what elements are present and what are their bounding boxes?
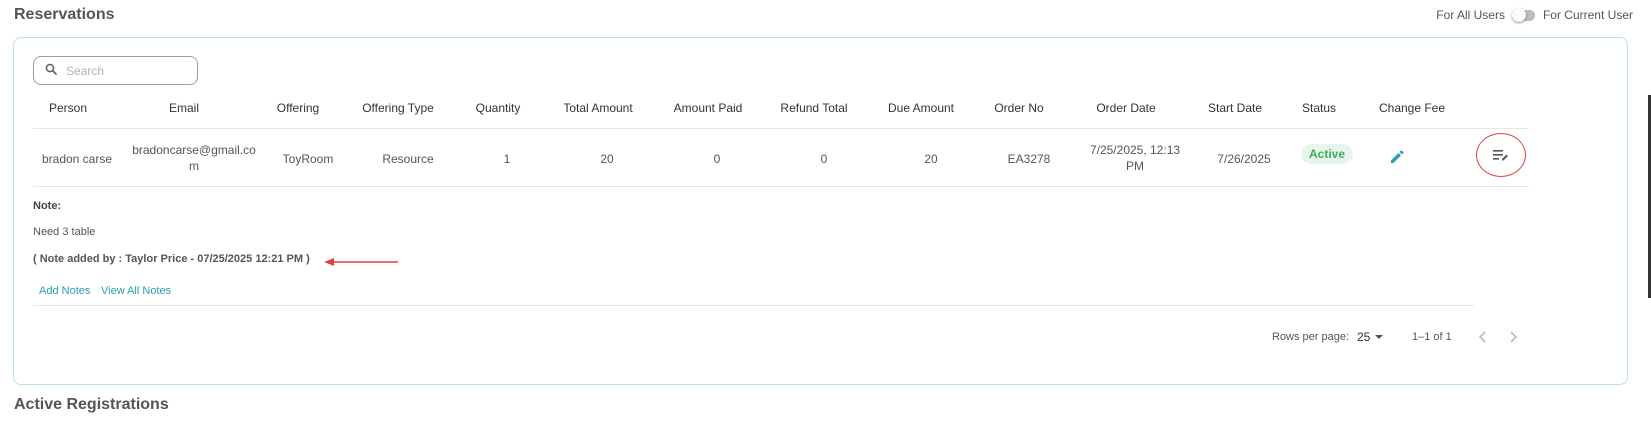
- previous-page-button[interactable]: [1477, 330, 1489, 344]
- header-email[interactable]: Email: [169, 101, 199, 115]
- cell-quantity: 1: [503, 152, 511, 166]
- header-order-date[interactable]: Order Date: [1096, 101, 1155, 115]
- pencil-icon: [1391, 150, 1404, 163]
- header-offering-type[interactable]: Offering Type: [362, 101, 434, 115]
- header-offering[interactable]: Offering: [277, 101, 319, 115]
- row-divider: [33, 186, 1529, 187]
- order-date-line-2: PM: [1126, 159, 1144, 173]
- cell-due-amount: 20: [924, 152, 938, 166]
- notes-action-button[interactable]: [1476, 133, 1526, 177]
- header-order-no[interactable]: Order No: [994, 101, 1043, 115]
- rows-per-page-label: Rows per page:: [1272, 331, 1350, 343]
- order-date-line-1: 7/25/2025, 12:13: [1089, 143, 1181, 157]
- toggle-left-label: For All Users: [1436, 8, 1505, 22]
- change-fee-button[interactable]: [1389, 149, 1405, 165]
- email-line-2: m: [188, 159, 199, 173]
- header-amount-paid[interactable]: Amount Paid: [674, 101, 743, 115]
- header-start-date[interactable]: Start Date: [1208, 101, 1262, 115]
- header-refund-total[interactable]: Refund Total: [780, 101, 847, 115]
- chevron-down-icon: [1375, 335, 1384, 339]
- cell-total-amount: 20: [600, 152, 614, 166]
- notes-edit-icon: [1493, 150, 1508, 161]
- header-divider: [33, 128, 1529, 129]
- red-arrow-annotation: [324, 258, 398, 266]
- email-line-1: bradoncarse@gmail.co: [132, 143, 256, 157]
- user-scope-toggle: For All Users For Current User: [1436, 7, 1633, 22]
- header-quantity[interactable]: Quantity: [476, 101, 521, 115]
- notes-divider: [33, 305, 1474, 306]
- header-person[interactable]: Person: [49, 101, 87, 115]
- status-badge: Active: [1300, 144, 1354, 164]
- cell-amount-paid: 0: [713, 152, 721, 166]
- cell-offering: ToyRoom: [282, 152, 334, 166]
- cell-refund-total: 0: [820, 152, 828, 166]
- rows-per-page-value: 25: [1357, 330, 1371, 344]
- page-title: Reservations: [14, 6, 115, 23]
- cell-person: bradon carse: [41, 152, 113, 166]
- user-scope-switch[interactable]: [1511, 7, 1535, 22]
- header-due-amount[interactable]: Due Amount: [888, 101, 954, 115]
- note-text: Need 3 table: [33, 226, 96, 238]
- add-notes-link[interactable]: Add Notes: [39, 285, 90, 297]
- rows-per-page-select[interactable]: 25: [1357, 330, 1384, 344]
- note-added-by: ( Note added by : Taylor Price - 07/25/2…: [33, 253, 310, 265]
- cell-order-date: 7/25/2025, 12:13 PM: [1090, 142, 1180, 174]
- next-page-button[interactable]: [1507, 330, 1519, 344]
- search-input[interactable]: [64, 62, 186, 79]
- reservations-card: Person Email Offering Offering Type Quan…: [13, 37, 1628, 385]
- switch-knob[interactable]: [1511, 7, 1526, 22]
- toggle-right-label: For Current User: [1542, 8, 1633, 22]
- next-section-title: Active Registrations: [14, 396, 169, 413]
- header-status[interactable]: Status: [1302, 101, 1336, 115]
- search-icon: [45, 62, 57, 80]
- header-change-fee[interactable]: Change Fee: [1379, 101, 1445, 115]
- view-all-notes-link[interactable]: View All Notes: [101, 285, 171, 297]
- page-range: 1–1 of 1: [1412, 331, 1452, 343]
- cell-offering-type: Resource: [382, 152, 434, 166]
- search-field[interactable]: [33, 56, 198, 85]
- header-total-amount[interactable]: Total Amount: [563, 101, 632, 115]
- cell-order-no: EA3278: [1007, 152, 1051, 166]
- cell-start-date: 7/26/2025: [1217, 152, 1271, 166]
- note-label: Note:: [33, 200, 62, 212]
- cell-email: bradoncarse@gmail.co m: [132, 142, 256, 174]
